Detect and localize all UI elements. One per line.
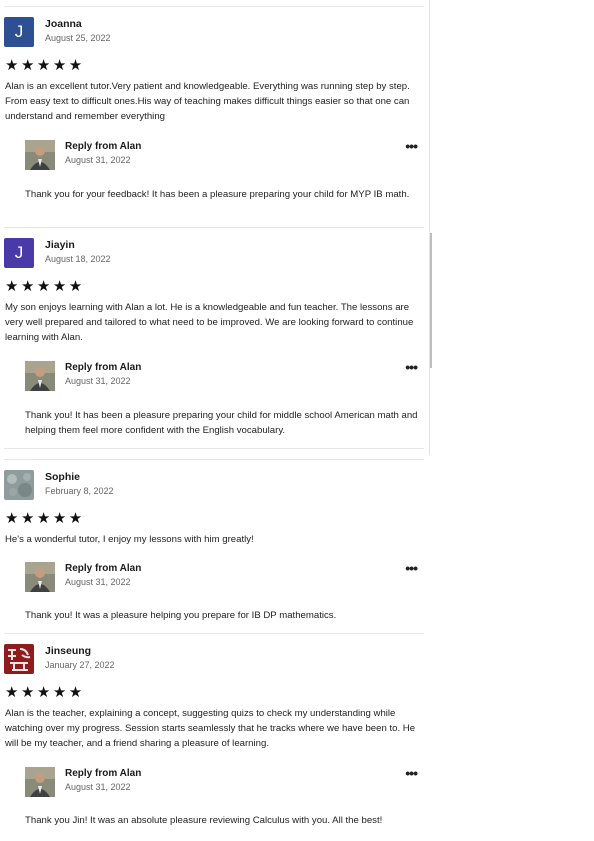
reply-text: Thank you for your feedback! It has been…	[25, 189, 410, 200]
more-options-button[interactable]: •••	[405, 360, 418, 374]
scrollbar-thumb[interactable]	[430, 233, 432, 368]
reply-title: Reply from Alan	[65, 141, 142, 152]
tutor-avatar	[25, 767, 55, 797]
reply-title: Reply from Alan	[65, 362, 142, 373]
reply-date: August 31, 2022	[65, 155, 131, 165]
reply-date: August 31, 2022	[65, 577, 131, 587]
review-text: My son enjoys learning with Alan a lot. …	[5, 302, 414, 343]
reply-header: Reply from Alan August 31, 2022 •••	[25, 139, 418, 170]
avatar: J	[4, 17, 34, 47]
reviewer-name: Sophie	[45, 471, 81, 483]
review-date: January 27, 2022	[45, 660, 115, 670]
review-text: Alan is an excellent tutor.Very patient …	[5, 81, 410, 122]
scrollbar-track[interactable]	[429, 0, 430, 455]
avatar	[4, 470, 34, 500]
star-rating: ★★★★★	[5, 57, 85, 74]
reply-date: August 31, 2022	[65, 376, 131, 386]
star-rating: ★★★★★	[5, 510, 85, 527]
avatar	[4, 644, 34, 674]
divider	[4, 459, 424, 460]
review-text: Alan is the teacher, explaining a concep…	[5, 708, 416, 749]
divider	[4, 227, 424, 228]
reviewer-name: Jiayin	[45, 239, 75, 251]
reply-header: Reply from Alan August 31, 2022 •••	[25, 360, 418, 391]
review-date: February 8, 2022	[45, 486, 114, 496]
reply-text: Thank you Jin! It was an absolute pleasu…	[25, 815, 383, 826]
reply-text: Thank you! It has been a pleasure prepar…	[25, 410, 418, 436]
divider	[4, 6, 424, 7]
reply-date: August 31, 2022	[65, 782, 131, 792]
review-text: He's a wonderful tutor, I enjoy my lesso…	[5, 534, 254, 545]
reply-header: Reply from Alan August 31, 2022 •••	[25, 766, 418, 797]
reviewer-name: Joanna	[45, 18, 82, 30]
review-date: August 25, 2022	[45, 33, 111, 43]
tutor-avatar	[25, 562, 55, 592]
review-date: August 18, 2022	[45, 254, 111, 264]
divider	[4, 633, 424, 634]
star-rating: ★★★★★	[5, 684, 85, 701]
reply-title: Reply from Alan	[65, 768, 142, 779]
more-options-button[interactable]: •••	[405, 561, 418, 575]
more-options-button[interactable]: •••	[405, 139, 418, 153]
reply-header: Reply from Alan August 31, 2022 •••	[25, 561, 418, 592]
reply-text: Thank you! It was a pleasure helping you…	[25, 610, 337, 621]
more-options-button[interactable]: •••	[405, 766, 418, 780]
reviewer-name: Jinseung	[45, 645, 92, 657]
tutor-avatar	[25, 140, 55, 170]
avatar: J	[4, 238, 34, 268]
tutor-avatar	[25, 361, 55, 391]
star-rating: ★★★★★	[5, 278, 85, 295]
divider	[4, 448, 424, 449]
reply-title: Reply from Alan	[65, 563, 142, 574]
